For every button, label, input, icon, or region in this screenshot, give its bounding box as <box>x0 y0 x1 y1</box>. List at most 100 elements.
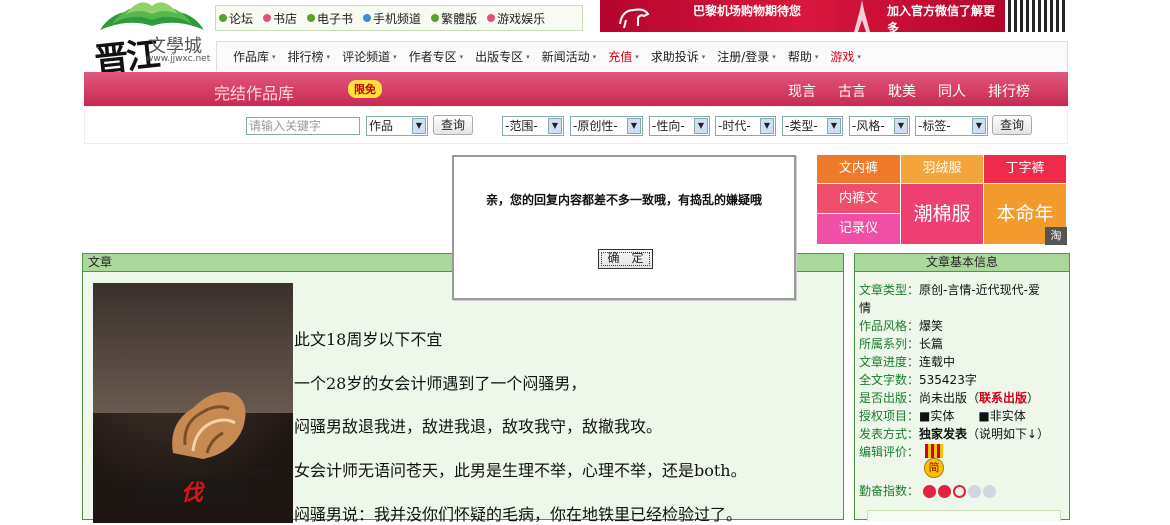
filter-style[interactable]: -风格- ▼ <box>849 116 910 136</box>
caret-down-icon: ▾ <box>701 52 706 61</box>
cover-title-part: 遭遇 <box>137 480 182 506</box>
cover-title-part: 绩股 <box>203 480 248 506</box>
info-value[interactable]: （说明如下↓） <box>967 427 1049 441</box>
link-ebook[interactable]: 电子书 <box>307 10 353 27</box>
caret-down-icon: ▾ <box>526 52 530 61</box>
link-bookstore[interactable]: 书店 <box>263 10 297 27</box>
nav-works[interactable]: 作品库 ▾ <box>233 48 276 65</box>
diligence-flowers <box>923 485 996 498</box>
info-row-series: 所属系列：长篇 <box>859 335 943 353</box>
ad-tile[interactable]: 潮棉服 <box>901 184 984 245</box>
ad-tile[interactable]: 羽绒服 <box>901 155 984 184</box>
search-row: 请输入关键字 作品 ▼ 查询 -范围- ▼ -原创性- ▼ -性向- ▼ -时代- ▼ -… <box>84 106 1068 144</box>
info-row-style: 作品风格：爆笑 <box>859 317 943 335</box>
search-button[interactable]: 查询 <box>433 115 473 135</box>
nav-help-complaint[interactable]: 求助投诉 ▾ <box>651 48 706 65</box>
taobao-icon[interactable]: 淘 <box>1045 227 1067 245</box>
bullet-icon <box>431 14 440 22</box>
info-key: 勤奋指数： <box>859 484 920 498</box>
nav-label: 新闻活动 <box>541 50 590 64</box>
category-bar: 完结作品库 限免 现言 古言 耽美 同人 排行榜 <box>84 72 1068 106</box>
nav-label: 游戏 <box>830 50 855 64</box>
info-key: 作品风格： <box>859 319 920 333</box>
completed-library-title[interactable]: 完结作品库 <box>214 80 294 104</box>
filter-tag[interactable]: -标签- ▼ <box>915 116 988 136</box>
link-traditional[interactable]: 繁體版 <box>431 10 477 27</box>
nav-register-login[interactable]: 注册/登录 ▾ <box>717 48 776 65</box>
keyword-input[interactable]: 请输入关键字 <box>246 117 360 135</box>
info-row-type-cont: 情 <box>859 299 871 317</box>
flower-empty-icon <box>983 485 996 498</box>
nav-games[interactable]: 游戏 ▾ <box>830 48 861 65</box>
nav-publishing[interactable]: 出版专区 ▾ <box>475 48 530 65</box>
link-label: 书店 <box>273 11 298 26</box>
dropdown-arrow-icon: ▼ <box>694 118 708 134</box>
category-links: 现言 古言 耽美 同人 排行榜 <box>788 81 1030 101</box>
caret-down-icon: ▾ <box>459 52 464 61</box>
info-value: 535423字 <box>919 373 977 387</box>
bullet-icon <box>487 14 496 22</box>
ad-tile[interactable]: 记录仪 <box>817 214 901 245</box>
link-mobile[interactable]: 手机频道 <box>363 10 421 27</box>
ad-grid: 文内裤 羽绒服 丁字裤 内裤文 潮棉服 本命年 记录仪 淘 <box>817 155 1067 245</box>
filter-era[interactable]: -时代- ▼ <box>715 116 776 136</box>
info-row-progress: 文章进度：连载中 <box>859 353 955 371</box>
caret-down-icon: ▾ <box>772 52 776 61</box>
nav-help[interactable]: 帮助 ▾ <box>788 48 819 65</box>
summary-line: 闷骚男说：我并没你们怀疑的毛病，你在地铁里已经检验过了。 <box>294 505 743 524</box>
filter-type[interactable]: -类型- ▼ <box>782 116 843 136</box>
contact-publishing-link[interactable]: 联系出版 <box>979 391 1027 405</box>
qr-code-icon[interactable] <box>1008 0 1068 32</box>
eiffel-tower-icon <box>854 0 870 32</box>
ad-tile[interactable]: 内裤文 <box>817 184 901 214</box>
bullet-icon <box>219 14 227 22</box>
banner-ad[interactable]: 巴黎机场购物期待您 加入官方微信了解更多 <box>600 0 1005 35</box>
summary-line: 闷骚男敌退我进，敌进我退，敌攻我守，敌撤我攻。 <box>294 417 663 436</box>
filter-scope[interactable]: -范围- ▼ <box>502 116 564 136</box>
flower-icon <box>938 485 951 498</box>
nav-authors[interactable]: 作者专区 ▾ <box>409 48 464 65</box>
info-value: 原创-言情-近代现代-爱 <box>919 283 1041 297</box>
ad-tile[interactable]: 文内裤 <box>817 155 901 184</box>
summary-line: 女会计师无语问苍天，此男是生理不举，心理不举，还是both。 <box>294 461 747 480</box>
nav-reviews[interactable]: 评论频道 ▾ <box>342 48 397 65</box>
category-rankings[interactable]: 排行榜 <box>988 81 1030 101</box>
select-value: -原创性- <box>573 119 618 133</box>
flower-icon <box>953 485 966 498</box>
info-key: 文章进度： <box>859 355 920 369</box>
category-ancient-romance[interactable]: 古言 <box>838 81 866 101</box>
info-value: 连载中 <box>919 355 956 369</box>
summary-line: 此文18周岁以下不宜 <box>294 330 443 349</box>
bullet-icon <box>263 14 272 22</box>
filter-originality[interactable]: -原创性- ▼ <box>570 116 643 136</box>
nav-label: 评论频道 <box>342 50 391 64</box>
dropdown-arrow-icon: ▼ <box>760 118 774 134</box>
filter-orientation[interactable]: -性向- ▼ <box>649 116 710 136</box>
nav-recharge[interactable]: 充值 ▾ <box>608 48 639 65</box>
medal-char: 简 <box>924 458 944 478</box>
category-modern-romance[interactable]: 现言 <box>788 81 816 101</box>
info-key: 是否出版： <box>859 391 920 405</box>
dropdown-arrow-icon: ▼ <box>972 118 986 134</box>
category-fanfic[interactable]: 同人 <box>938 81 966 101</box>
caret-down-icon: ▾ <box>635 52 639 61</box>
nav-news[interactable]: 新闻活动 ▾ <box>542 48 597 65</box>
info-key: 文章类型： <box>859 283 920 297</box>
filter-search-button[interactable]: 查询 <box>992 115 1032 135</box>
info-key: 发表方式： <box>859 427 920 441</box>
cover-title: 遭遇伐绩股 <box>137 475 247 507</box>
book-cover[interactable]: ZAOYU YOUJIGU 遭遇伐绩股 <box>93 283 293 523</box>
search-type-select[interactable]: 作品 ▼ <box>366 116 428 136</box>
cover-title-part: 伐 <box>181 480 204 506</box>
link-games[interactable]: 游戏娱乐 <box>487 10 545 27</box>
dialog-ok-button[interactable]: 确 定 <box>598 249 653 269</box>
free-badge[interactable]: 限免 <box>348 80 382 98</box>
nav-label: 充值 <box>608 50 633 64</box>
category-danmei[interactable]: 耽美 <box>888 81 916 101</box>
ad-tile[interactable]: 丁字裤 <box>984 155 1067 184</box>
link-forum[interactable]: 论坛 <box>219 10 253 27</box>
info-row-diligence: 勤奋指数： <box>859 482 919 500</box>
info-row-license: 授权项目：■实体 ■非实体 <box>859 407 1026 425</box>
nav-rankings[interactable]: 排行榜 ▾ <box>288 48 331 65</box>
info-key: 全文字数： <box>859 373 920 387</box>
